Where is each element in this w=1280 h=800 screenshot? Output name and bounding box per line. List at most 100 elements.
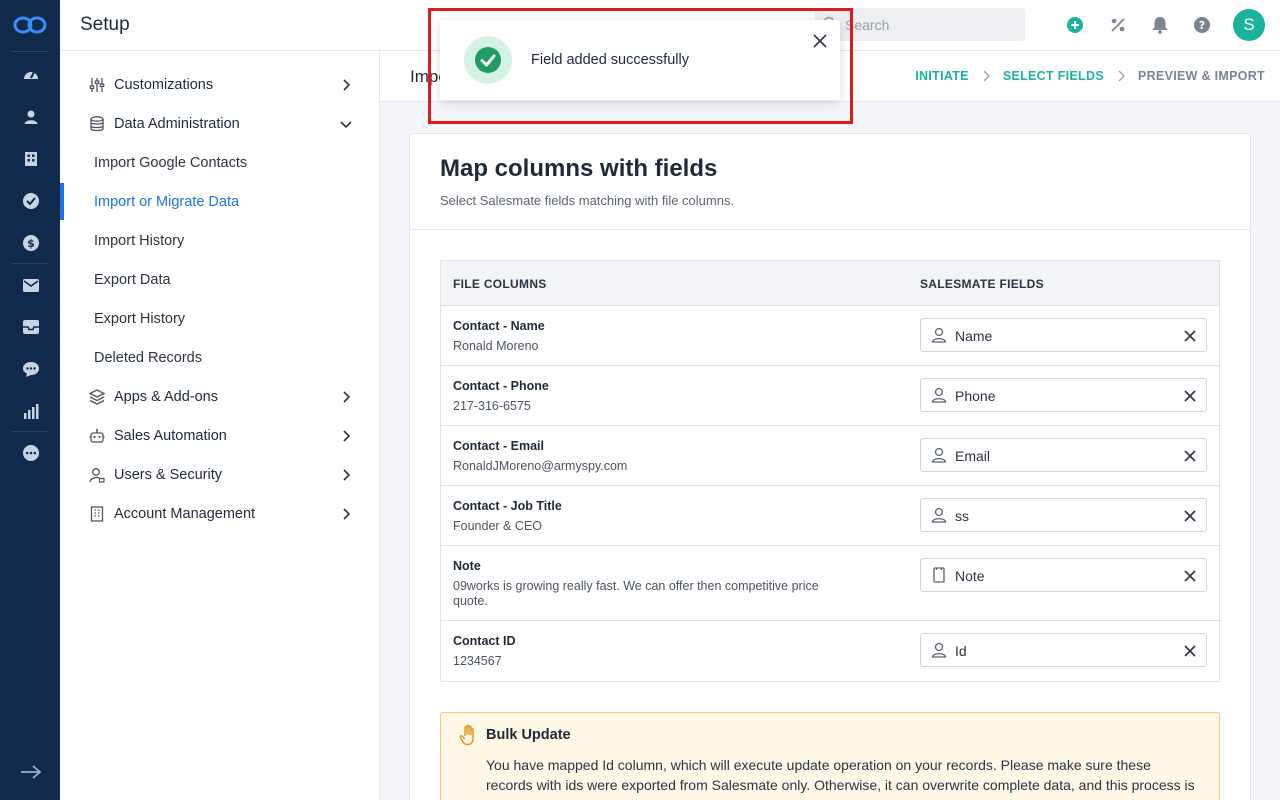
clear-icon[interactable]: [1183, 509, 1197, 523]
hand-icon: [459, 724, 479, 746]
sidebar-subitem-export-history[interactable]: Export History: [60, 299, 380, 338]
table-row: Contact - Name Ronald Moreno Name: [441, 306, 1219, 366]
stepper: INITIATE SELECT FIELDS PREVIEW & IMPORT: [915, 69, 1265, 83]
email-icon[interactable]: [20, 274, 42, 296]
sidebar-subitem-export-data[interactable]: Export Data: [60, 260, 380, 299]
percent-icon[interactable]: [1108, 15, 1128, 35]
file-column-sample: RonaldJMoreno@armyspy.com: [453, 459, 628, 473]
mapping-card: Map columns with fields Select Salesmate…: [409, 133, 1251, 800]
card-subtitle: Select Salesmate fields matching with fi…: [440, 193, 735, 208]
sidebar-item-label: Customizations: [114, 76, 214, 93]
sidebar-subitem-import-or-migrate-data[interactable]: Import or Migrate Data: [60, 182, 380, 221]
clear-icon[interactable]: [1183, 389, 1197, 403]
sidebar-item-users-security[interactable]: Users & Security: [60, 455, 380, 494]
field-select-value: Email: [955, 448, 991, 464]
column-header-salesmate-fields: SALESMATE FIELDS: [920, 277, 1044, 291]
user-lock-icon: [88, 466, 106, 484]
avatar[interactable]: S: [1233, 9, 1265, 41]
sidebar-item-apps-addons[interactable]: Apps & Add-ons: [60, 377, 380, 416]
field-select-value: ss: [955, 508, 969, 524]
field-select[interactable]: Phone: [920, 378, 1207, 412]
table-row: Contact - Email RonaldJMoreno@armyspy.co…: [441, 426, 1219, 486]
field-select[interactable]: Name: [920, 318, 1207, 352]
sidebar-item-label: Apps & Add-ons: [114, 388, 218, 405]
database-icon: [88, 115, 106, 133]
sidebar-item-label: Sales Automation: [114, 427, 227, 444]
chevron-right-icon: [339, 390, 353, 404]
sidebar-subitem-import-history[interactable]: Import History: [60, 221, 380, 260]
field-select[interactable]: Email: [920, 438, 1207, 472]
sidebar-item-label: Users & Security: [114, 466, 222, 483]
chat-icon[interactable]: [20, 358, 42, 380]
help-icon[interactable]: ?: [1192, 15, 1212, 35]
building-icon: [88, 505, 106, 523]
add-icon[interactable]: [1065, 15, 1085, 35]
reports-icon[interactable]: [20, 400, 42, 422]
contacts-icon[interactable]: [20, 106, 42, 128]
more-icon[interactable]: [20, 442, 42, 464]
highlight-frame: [428, 8, 853, 124]
field-select[interactable]: Id: [920, 633, 1207, 667]
field-select-value: Name: [955, 328, 993, 344]
file-column-name: Contact - Email: [453, 439, 544, 453]
file-column-sample: 1234567: [453, 654, 502, 668]
field-select-value: Phone: [955, 388, 996, 404]
chevron-right-icon: [1104, 70, 1138, 82]
mapping-table: FILE COLUMNS SALESMATE FIELDS Contact - …: [440, 260, 1220, 682]
chevron-right-icon: [339, 78, 353, 92]
sidebar-item-sales-automation[interactable]: Sales Automation: [60, 416, 380, 455]
sidebar-subitem-deleted-records[interactable]: Deleted Records: [60, 338, 380, 377]
bell-icon[interactable]: [1150, 15, 1170, 35]
field-select-value: Id: [955, 643, 967, 659]
rail-divider: [12, 263, 48, 264]
file-column-sample: 217-316-6575: [453, 399, 531, 413]
note-icon: [931, 567, 947, 583]
sliders-icon: [88, 76, 106, 94]
file-column-name: Contact ID: [453, 634, 516, 648]
file-column-sample: 09works is growing really fast. We can o…: [453, 579, 819, 608]
user-icon: [931, 387, 947, 403]
svg-text:?: ?: [1199, 19, 1205, 32]
card-header: Map columns with fields Select Salesmate…: [410, 134, 1250, 230]
clear-icon[interactable]: [1183, 329, 1197, 343]
search-input[interactable]: [845, 8, 1015, 41]
clear-icon[interactable]: [1183, 644, 1197, 658]
deals-icon[interactable]: $: [20, 232, 42, 254]
sidebar-item-data-administration[interactable]: Data Administration: [60, 104, 380, 143]
sidebar-item-account-management[interactable]: Account Management: [60, 494, 380, 533]
field-select[interactable]: Note: [920, 558, 1207, 592]
user-icon: [931, 642, 947, 658]
bulk-update-text: You have mapped Id column, which will ex…: [486, 757, 1195, 800]
table-row: Note 09works is growing really fast. We …: [441, 546, 1219, 621]
field-select[interactable]: ss: [920, 498, 1207, 532]
file-column-name: Note: [453, 559, 481, 573]
rail-divider: [12, 431, 48, 432]
companies-icon[interactable]: [20, 148, 42, 170]
dashboard-icon[interactable]: [20, 64, 42, 86]
inbox-icon[interactable]: [20, 316, 42, 338]
file-column-sample: Ronald Moreno: [453, 339, 539, 353]
collapse-arrow-icon[interactable]: [20, 761, 42, 783]
sidebar-item-label: Account Management: [114, 505, 256, 522]
table-row: Contact ID 1234567 Id: [441, 621, 1219, 681]
field-select-value: Note: [955, 568, 985, 584]
chevron-right-icon: [339, 468, 353, 482]
layers-icon: [88, 388, 106, 406]
robot-icon: [88, 427, 106, 445]
clear-icon[interactable]: [1183, 449, 1197, 463]
file-column-name: Contact - Name: [453, 319, 545, 333]
sidebar-subitem-import-google-contacts[interactable]: Import Google Contacts: [60, 143, 380, 182]
sidebar-subitem-label: Import History: [94, 232, 185, 249]
column-header-file-columns: FILE COLUMNS: [453, 277, 547, 291]
chevron-right-icon: [339, 429, 353, 443]
step-preview-import: PREVIEW & IMPORT: [1137, 69, 1265, 83]
chevron-down-icon: [339, 117, 353, 131]
logo-icon[interactable]: [13, 13, 47, 37]
page-title: Setup: [80, 14, 130, 35]
tasks-icon[interactable]: [20, 190, 42, 212]
sidebar-item-customizations[interactable]: Customizations: [60, 65, 380, 104]
main-content: Impo INITIATE SELECT FIELDS PREVIEW & IM…: [380, 51, 1280, 800]
chevron-right-icon: [339, 507, 353, 521]
user-icon: [931, 507, 947, 523]
clear-icon[interactable]: [1183, 569, 1197, 583]
